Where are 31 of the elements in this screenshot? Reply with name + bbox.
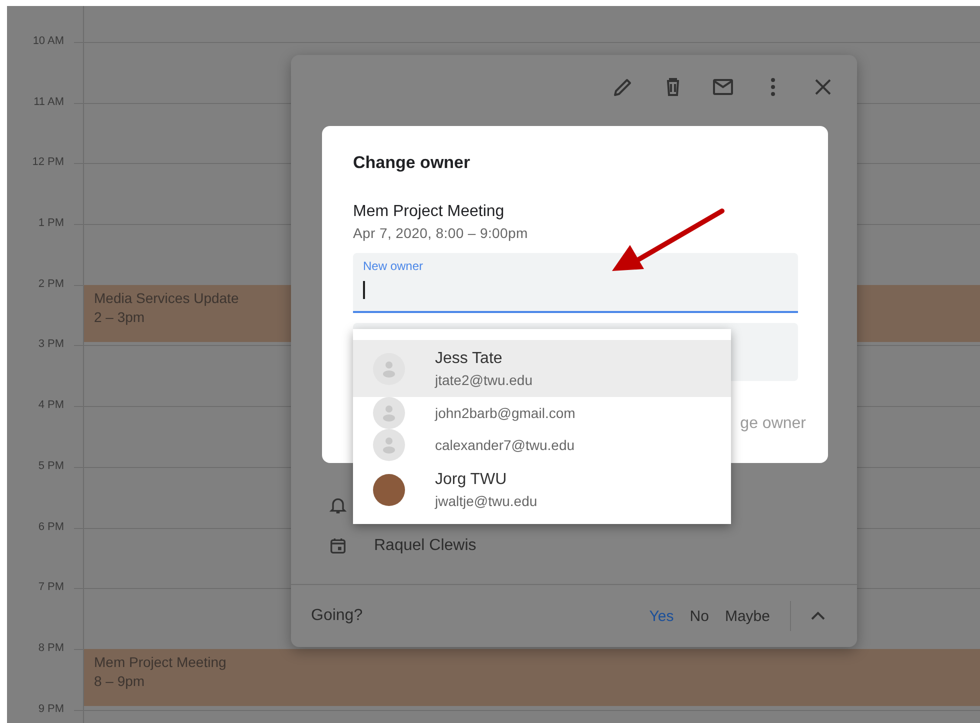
rsvp-option[interactable]: Yes — [643, 608, 680, 624]
hour-label: 11 AM — [32, 96, 64, 109]
rsvp-option[interactable]: No — [684, 608, 715, 624]
suggestion-item[interactable]: john2barb@gmail.com — [353, 397, 731, 429]
hour-label: 12 PM — [31, 156, 64, 170]
suggestion-item[interactable]: calexander7@twu.edu — [353, 429, 731, 461]
event-name: Mem Project Meeting — [353, 203, 506, 221]
detail-text: Raquel Clewis — [374, 537, 476, 555]
suggestion-item[interactable]: Jess Tate jtate2@twu.edu — [353, 340, 731, 397]
hour-label: 2 PM — [37, 278, 64, 291]
suggestion-item[interactable]: Jorg TWU jwaltje@twu.edu — [353, 461, 731, 518]
hour-label: 7 PM — [37, 581, 64, 594]
event-date: Apr 7, 2020, 8:00 – 9:00pm — [353, 225, 529, 241]
hour-label: 3 PM — [37, 338, 64, 352]
calendar-event[interactable]: Mem Project Meeting 8 – 9pm — [84, 648, 980, 706]
hour-label: 8 PM — [37, 642, 64, 655]
hour-label: 1 PM — [37, 217, 64, 230]
photo-placeholder — [373, 474, 405, 506]
hour-label: 5 PM — [37, 460, 64, 473]
avatar-icon — [373, 352, 405, 384]
hour-label: 10 AM — [32, 35, 64, 48]
new-owner-field[interactable]: New owner — [353, 253, 798, 313]
rsvp-label: Going? — [311, 607, 364, 625]
hour-label: 6 PM — [37, 520, 64, 534]
hour-label: 4 PM — [37, 399, 64, 412]
dialog-title: Change owner — [353, 153, 472, 173]
rsvp-option[interactable]: Maybe — [718, 608, 776, 624]
avatar-icon — [373, 429, 405, 461]
hour-label: 9 PM — [37, 702, 64, 716]
calendar-icon — [328, 536, 348, 556]
avatar-icon — [373, 397, 405, 429]
